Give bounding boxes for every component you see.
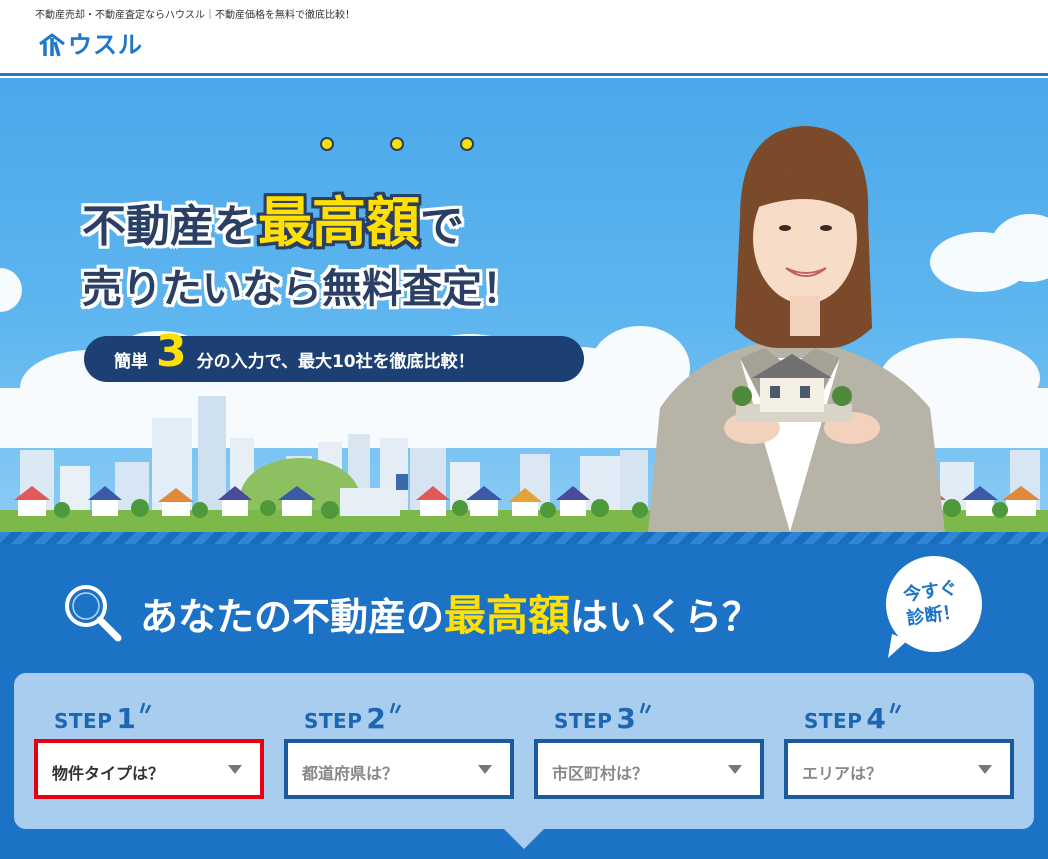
form-question: あなたの不動産の最高額はいくら？ (60, 580, 760, 644)
step-1: STEP 1 物件タイプは？ (34, 691, 264, 799)
question-post: はいくら？ (570, 594, 761, 639)
chevron-down-icon (478, 765, 492, 774)
step-2-label: STEP 2 (284, 691, 514, 733)
step-1-label: STEP 1 (34, 691, 264, 733)
step-number: 4 (866, 702, 886, 735)
select-placeholder: 市区町村は？ (552, 764, 649, 783)
step-4-label: STEP 4 (784, 691, 1014, 733)
accent-tick-icon (639, 702, 651, 714)
accent-tick-icon (889, 702, 901, 714)
hero-subtext-pill: 簡単 3 分の入力で、最大10社を徹底比較！ (84, 330, 584, 382)
step-3-label: STEP 3 (534, 691, 764, 733)
chevron-down-icon (728, 765, 742, 774)
logo-text: ウスル (68, 31, 143, 59)
question-highlight: 最高額 (444, 590, 571, 640)
city-select[interactable]: 市区町村は？ (534, 739, 764, 799)
hero-headline-line2: 売りたいなら無料査定！ (82, 266, 522, 312)
question-pre: あなたの不動産の (140, 594, 445, 639)
site-header: 不動産売却・不動産査定ならハウスル｜不動産価格を無料で徹底比較！ ウスル (0, 0, 1048, 76)
step-number: 2 (366, 702, 386, 735)
site-logo[interactable]: ウスル (38, 30, 143, 60)
hero-headline-line1: 不動産を最高額で (82, 178, 464, 257)
question-heading: あなたの不動産の最高額はいくら？ (140, 582, 760, 643)
magnifier-icon (65, 585, 122, 642)
step-3: STEP 3 市区町村は？ (534, 691, 764, 799)
woman-holding-house-model (648, 126, 945, 532)
pill-pre: 簡単 (114, 351, 148, 372)
chevron-down-icon (978, 765, 992, 774)
headline-post: で (420, 201, 464, 252)
chevron-down-icon (228, 765, 242, 774)
prefecture-select[interactable]: 都道府県は？ (284, 739, 514, 799)
accent-tick-icon (389, 702, 401, 714)
panel-pointer (504, 829, 544, 849)
accent-tick-icon (139, 702, 151, 714)
step-number: 3 (616, 702, 636, 735)
pill-number: 3 (156, 326, 187, 377)
headline-highlight: 最高額 (258, 191, 420, 254)
select-placeholder: 物件タイプは？ (52, 764, 165, 783)
hero-banner: 不動産を最高額で 売りたいなら無料査定！ 簡単 3 分の入力で、最大10社を徹底… (0, 78, 1048, 532)
appraisal-form-section: あなたの不動産の最高額はいくら？ 今すぐ 診断！ STEP 1 物件タイプは？ … (0, 544, 1048, 859)
property-type-select[interactable]: 物件タイプは？ (34, 739, 264, 799)
area-select[interactable]: エリアは？ (784, 739, 1014, 799)
pill-post: 分の入力で、最大10社を徹底比較！ (196, 351, 475, 372)
step-number: 1 (116, 702, 136, 735)
select-placeholder: エリアは？ (802, 764, 883, 783)
step-4: STEP 4 エリアは？ (784, 691, 1014, 799)
select-placeholder: 都道府県は？ (302, 764, 399, 783)
divider-stripe (0, 532, 1048, 544)
site-tagline: 不動産売却・不動産査定ならハウスル｜不動産価格を無料で徹底比較！ (35, 10, 355, 21)
steps-panel: STEP 1 物件タイプは？ STEP 2 都道府県は？ STEP 3 市区町村… (14, 673, 1034, 829)
step-2: STEP 2 都道府県は？ (284, 691, 514, 799)
headline-pre: 不動産を (82, 201, 258, 252)
house-logo-icon (39, 33, 65, 57)
emphasis-dots (320, 137, 474, 151)
